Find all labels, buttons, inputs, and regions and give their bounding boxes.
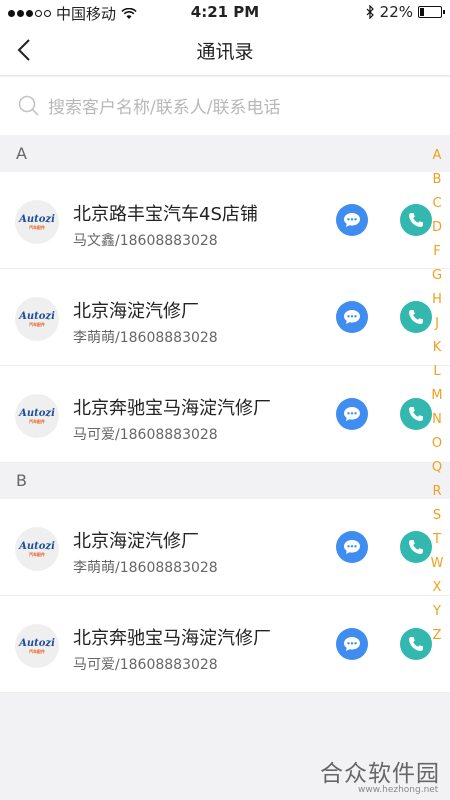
watermark-url: www.hezhong.net — [358, 785, 439, 795]
chat-bubble-icon — [344, 637, 360, 651]
index-letter[interactable]: S — [433, 504, 441, 528]
alphabet-index[interactable]: ABCDFGHJKLMNOQRSTWXYZ — [426, 144, 448, 648]
company-logo: Autozi 汽车配件 — [19, 637, 55, 654]
index-letter[interactable]: Q — [432, 456, 442, 480]
status-right: 22% — [366, 3, 445, 21]
index-letter[interactable]: X — [433, 576, 442, 600]
watermark: 合众软件园 www.hezhong.net — [304, 746, 450, 800]
index-letter[interactable]: J — [435, 312, 439, 336]
battery-fill — [420, 8, 425, 16]
nav-bar: 通讯录 — [0, 24, 450, 76]
index-letter[interactable]: K — [433, 336, 442, 360]
index-letter[interactable]: L — [433, 360, 440, 384]
index-letter[interactable]: O — [432, 432, 442, 456]
page-title: 通讯录 — [196, 41, 254, 63]
company-logo: Autozi 汽车配件 — [19, 407, 55, 424]
message-button[interactable] — [336, 398, 368, 430]
contact-info: 李萌萌/18608883028 — [73, 330, 218, 346]
logo-subtext: 汽车配件 — [28, 321, 45, 327]
company-name: 北京奔驰宝马海淀汽修厂 — [73, 628, 271, 649]
index-letter[interactable]: T — [433, 528, 441, 552]
section-header: B — [0, 463, 450, 499]
list-item[interactable]: Autozi 汽车配件 北京奔驰宝马海淀汽修厂马可爱/18608883028 — [0, 366, 450, 463]
contact-info: 马可爱/18608883028 — [73, 427, 218, 443]
index-letter[interactable]: A — [433, 144, 442, 168]
logo-subtext: 汽车配件 — [28, 224, 45, 230]
logo-text: Autozi — [19, 310, 55, 322]
avatar: Autozi 汽车配件 — [15, 200, 59, 244]
message-button[interactable] — [336, 628, 368, 660]
index-letter[interactable]: C — [432, 192, 441, 216]
logo-text: Autozi — [19, 213, 55, 225]
index-letter[interactable]: Z — [433, 624, 442, 648]
phone-icon — [409, 213, 423, 227]
watermark-text: 合众软件园 — [320, 761, 440, 787]
logo-text: Autozi — [19, 540, 55, 552]
section-header: A — [0, 136, 450, 172]
status-bar: 中国移动 4:21 PM 22% — [0, 0, 450, 24]
logo-text: Autozi — [19, 407, 55, 419]
search-input[interactable]: 搜索客户名称/联系人/联系电话 — [18, 93, 280, 118]
list-item[interactable]: Autozi 汽车配件 北京海淀汽修厂李萌萌/18608883028 — [0, 499, 450, 596]
index-letter[interactable]: B — [433, 168, 442, 192]
index-letter[interactable]: W — [431, 552, 444, 576]
contact-info: 李萌萌/18608883028 — [73, 560, 218, 576]
list-item[interactable]: Autozi 汽车配件 北京海淀汽修厂李萌萌/18608883028 — [0, 269, 450, 366]
index-letter[interactable]: D — [432, 216, 442, 240]
company-name: 北京海淀汽修厂 — [73, 301, 199, 322]
chat-bubble-icon — [344, 407, 360, 421]
logo-text: Autozi — [19, 637, 55, 649]
avatar: Autozi 汽车配件 — [15, 394, 59, 438]
chat-bubble-icon — [344, 540, 360, 554]
bluetooth-icon — [366, 5, 374, 19]
message-button[interactable] — [336, 531, 368, 563]
search-placeholder: 搜索客户名称/联系人/联系电话 — [48, 98, 281, 118]
list-item[interactable]: Autozi 汽车配件 北京路丰宝汽车4S店铺马文鑫/18608883028 — [0, 172, 450, 269]
battery-percent: 22% — [379, 3, 413, 21]
battery-icon — [418, 6, 445, 18]
chat-bubble-icon — [344, 310, 360, 324]
company-name: 北京奔驰宝马海淀汽修厂 — [73, 398, 271, 419]
message-button[interactable] — [336, 301, 368, 333]
index-letter[interactable]: Y — [433, 600, 441, 624]
logo-subtext: 汽车配件 — [28, 551, 45, 557]
search-bar: 搜索客户名称/联系人/联系电话 — [0, 77, 450, 135]
phone-icon — [409, 637, 423, 651]
index-letter[interactable]: M — [431, 384, 442, 408]
company-logo: Autozi 汽车配件 — [19, 540, 55, 557]
index-letter[interactable]: F — [433, 240, 440, 264]
phone-icon — [409, 540, 423, 554]
avatar: Autozi 汽车配件 — [15, 297, 59, 341]
contact-info: 马文鑫/18608883028 — [73, 233, 218, 249]
logo-subtext: 汽车配件 — [28, 648, 45, 654]
company-logo: Autozi 汽车配件 — [19, 310, 55, 327]
company-name: 北京海淀汽修厂 — [73, 531, 199, 552]
phone-icon — [409, 407, 423, 421]
avatar: Autozi 汽车配件 — [15, 624, 59, 668]
chat-bubble-icon — [344, 213, 360, 227]
index-letter[interactable]: G — [432, 264, 442, 288]
list-item[interactable]: Autozi 汽车配件 北京奔驰宝马海淀汽修厂马可爱/18608883028 — [0, 596, 450, 693]
index-letter[interactable]: N — [432, 408, 442, 432]
search-icon — [18, 95, 39, 116]
index-letter[interactable]: H — [432, 288, 442, 312]
phone-icon — [409, 310, 423, 324]
company-logo: Autozi 汽车配件 — [19, 213, 55, 230]
contact-list: A Autozi 汽车配件 北京路丰宝汽车4S店铺 马文鑫/18608883028 Aut… — [0, 136, 450, 693]
logo-subtext: 汽车配件 — [28, 418, 45, 424]
avatar: Autozi 汽车配件 — [15, 527, 59, 571]
index-letter[interactable]: R — [432, 480, 441, 504]
contact-info: 马可爱/18608883028 — [73, 657, 218, 673]
company-name: 北京路丰宝汽车4S店铺 — [73, 204, 258, 225]
message-button[interactable] — [336, 204, 368, 236]
